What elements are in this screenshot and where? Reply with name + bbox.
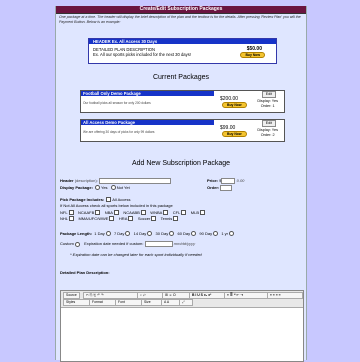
price-row: Price: $ 0.00 [207, 178, 245, 184]
color-tools[interactable]: A A [161, 299, 181, 306]
package-status: Display: Yes Order: 1 [257, 99, 278, 108]
display-row: Display Package: Yes Not Yet [60, 185, 130, 191]
preview-buy-button[interactable]: Buy Now [240, 52, 265, 58]
order-row: Order: [207, 185, 233, 191]
sport-checkbox[interactable] [109, 216, 115, 222]
list-tools[interactable]: ≡ ≣ ❝ ⇤ ⇥ [224, 292, 270, 299]
display-yes-radio[interactable] [95, 185, 101, 191]
custom-radio[interactable] [74, 241, 80, 247]
package-header: Football Only Demo Package [81, 91, 214, 96]
sports-row-2: NHL MMA/UFC/WWE HRA Soccer Tennis [60, 216, 179, 222]
size-dropdown[interactable]: Size [141, 299, 163, 306]
custom-row: Custom Expiration date needed if custom:… [60, 241, 196, 247]
edit-button[interactable]: Edit [261, 120, 276, 127]
length-row: Package Length: 1 Day 7 Day 14 Day 30 Da… [60, 231, 235, 237]
sport-checkbox[interactable] [181, 210, 187, 216]
package-card: All Access Demo Package We are offering … [80, 119, 285, 142]
sport-checkbox[interactable] [151, 216, 157, 222]
main-panel: Create/Edit Subscription Packages One pa… [55, 6, 307, 362]
length-radio[interactable] [125, 231, 131, 237]
rich-text-editor[interactable]: Source ✂ ⎘ ⎗ ↶ ↷ ⌕ ⇄ ⊞ ☺ Ω B I U S x₂ x²… [60, 290, 304, 362]
length-radio[interactable] [228, 231, 234, 237]
page-title: Create/Edit Subscription Packages [56, 6, 306, 14]
example-preview: HEADER Ex. All Access 30 Days DETAILED P… [88, 38, 277, 64]
format-dropdown[interactable]: Format [89, 299, 117, 306]
price-input[interactable] [221, 178, 236, 184]
sport-checkbox[interactable] [69, 216, 75, 222]
sports-row-1: NFL NCAAFB NBA NCAABB WNBA CFL MLB [60, 210, 205, 216]
sport-checkbox[interactable] [173, 216, 179, 222]
preview-description: DETAILED PLAN DESCRIPTION Ex. All our sp… [93, 47, 191, 57]
package-card: Football Only Demo Package Our football … [80, 90, 285, 113]
add-package-title: Add New Subscription Package [131, 160, 231, 167]
find-tools[interactable]: ⌕ ⇄ [137, 292, 165, 299]
all-access-checkbox[interactable] [106, 197, 112, 203]
buy-button[interactable]: Buy Now [222, 131, 247, 137]
package-desc: We are offering 30 days of picks for onl… [83, 130, 155, 134]
source-button[interactable]: Source [63, 292, 80, 299]
current-packages-title: Current Packages [152, 74, 210, 81]
align-tools[interactable]: ≡ ≡ ≡ ≡ [267, 292, 303, 299]
insert-tools[interactable]: ⊞ ☺ Ω [162, 292, 192, 299]
sport-checkbox[interactable] [95, 210, 101, 216]
format-buttons[interactable]: B I U S x₂ x² [189, 292, 227, 299]
length-radio[interactable] [147, 231, 153, 237]
sport-checkbox[interactable] [113, 210, 119, 216]
pick-row: Pick Package Includes: All Access [60, 197, 131, 203]
display-no-radio[interactable] [110, 185, 116, 191]
sport-checkbox[interactable] [128, 216, 134, 222]
order-input[interactable] [220, 185, 233, 191]
details-label: Detailed Plan Description: [60, 270, 110, 275]
editor-toolbar: Source ✂ ⎘ ⎗ ↶ ↷ ⌕ ⇄ ⊞ ☺ Ω B I U S x₂ x²… [61, 291, 303, 308]
package-status: Display: Yes Order: 2 [257, 128, 278, 137]
sport-checkbox[interactable] [140, 210, 146, 216]
styles-dropdown[interactable]: Styles [63, 299, 91, 306]
package-header: All Access Demo Package [81, 120, 214, 125]
pick-note: If Not All Access check all sports below… [60, 203, 173, 208]
buy-button[interactable]: Buy Now [222, 102, 247, 108]
length-radio[interactable] [213, 231, 219, 237]
edit-tools[interactable]: ✂ ⎘ ⎗ ↶ ↷ [83, 292, 139, 299]
length-radio[interactable] [169, 231, 175, 237]
header-row: Header (description): [60, 178, 171, 184]
maximize-icon[interactable]: ⤢ [179, 299, 193, 306]
expiration-note: * Expiration date can be changed later f… [70, 252, 202, 257]
package-desc: Our football picks all season for only 2… [83, 101, 151, 105]
sport-checkbox[interactable] [200, 210, 205, 216]
preview-header: HEADER Ex. All Access 30 Days [89, 39, 276, 44]
font-dropdown[interactable]: Font [115, 299, 143, 306]
sport-checkbox[interactable] [68, 210, 74, 216]
intro-text: One package at a time. The header will d… [59, 15, 301, 24]
sport-checkbox[interactable] [163, 210, 169, 216]
expiration-input[interactable] [144, 241, 173, 247]
header-input[interactable] [98, 178, 171, 184]
length-radio[interactable] [105, 231, 111, 237]
length-radio[interactable] [191, 231, 197, 237]
edit-button[interactable]: Edit [261, 91, 276, 98]
